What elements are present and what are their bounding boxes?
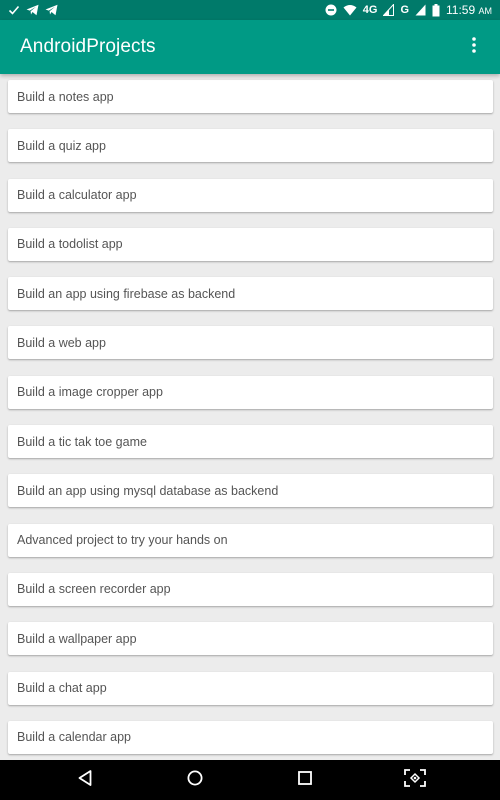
network-type-label: 4G [362, 4, 378, 16]
list-item-label: Build a quiz app [17, 138, 106, 153]
list-item-label: Build a calculator app [17, 188, 137, 203]
app-title: AndroidProjects [20, 36, 156, 57]
list-item[interactable]: Build a quiz app [8, 129, 493, 163]
back-icon [78, 769, 92, 791]
status-time-value: 11:59 [446, 3, 476, 17]
list-item[interactable]: Build a chat app [8, 671, 493, 705]
list-item-label: Build a screen recorder app [17, 582, 171, 597]
signal-icon [383, 3, 395, 17]
wifi-icon [343, 3, 357, 17]
list-item[interactable]: Build a web app [8, 326, 493, 360]
list-item-label: Build a tic tak toe game [17, 434, 147, 449]
list-item-label: Build a notes app [17, 89, 114, 104]
list-item-label: Build a web app [17, 335, 106, 350]
list-item[interactable]: Build a wallpaper app [8, 622, 493, 656]
signal-icon [415, 3, 426, 17]
recents-icon [298, 770, 312, 790]
screenshot-button[interactable] [395, 762, 435, 798]
back-button[interactable] [65, 762, 105, 798]
list-item-label: Build a image cropper app [17, 385, 163, 400]
status-left-icons [8, 3, 58, 17]
list-item-label: Build a chat app [17, 681, 107, 696]
screenshot-icon [404, 768, 426, 792]
list-item-label: Build an app using mysql database as bac… [17, 483, 279, 498]
list-item[interactable]: Build a image cropper app [8, 375, 493, 409]
list-item[interactable]: Build a todolist app [8, 227, 493, 261]
list-item-label: Build a calendar app [17, 730, 131, 745]
check-icon [8, 3, 20, 17]
home-button[interactable] [175, 762, 215, 798]
battery-icon [432, 3, 440, 17]
list-item-label: Build an app using firebase as backend [17, 286, 236, 301]
status-time-suffix: AM [478, 6, 493, 16]
telegram-icon [45, 3, 58, 17]
list-item[interactable]: Build a screen recorder app [8, 572, 493, 606]
recents-button[interactable] [285, 762, 325, 798]
app-screen: 4G G 11:59 AM AndroidProjects Build a no… [0, 0, 500, 800]
status-time: 11:59 AM [446, 3, 492, 17]
list-item-label: Advanced project to try your hands on [17, 533, 228, 548]
do-not-disturb-icon [325, 3, 337, 17]
telegram-icon [26, 3, 39, 17]
list-item[interactable]: Build a notes app [8, 80, 493, 113]
status-right-icons: 4G G 11:59 AM [325, 3, 492, 17]
list-item[interactable]: Build an app using firebase as backend [8, 277, 493, 311]
more-vert-icon [472, 36, 476, 58]
status-bar: 4G G 11:59 AM [0, 0, 500, 20]
list-item[interactable]: Build a tic tak toe game [8, 425, 493, 459]
network-type-label-secondary: G [400, 4, 410, 16]
list-item[interactable]: Build a calculator app [8, 178, 493, 212]
list-item[interactable]: Advanced project to try your hands on [8, 523, 493, 557]
list-item-label: Build a wallpaper app [17, 631, 137, 646]
project-list[interactable]: Build a notes app Build a quiz app Build… [0, 74, 500, 760]
home-icon [187, 770, 203, 791]
list-item-label: Build a todolist app [17, 237, 123, 252]
navigation-bar [0, 760, 500, 800]
app-bar: AndroidProjects [0, 20, 500, 74]
list-item[interactable]: Build an app using mysql database as bac… [8, 474, 493, 508]
list-item[interactable]: Build a calendar app [8, 720, 493, 754]
overflow-menu-button[interactable] [462, 32, 486, 62]
